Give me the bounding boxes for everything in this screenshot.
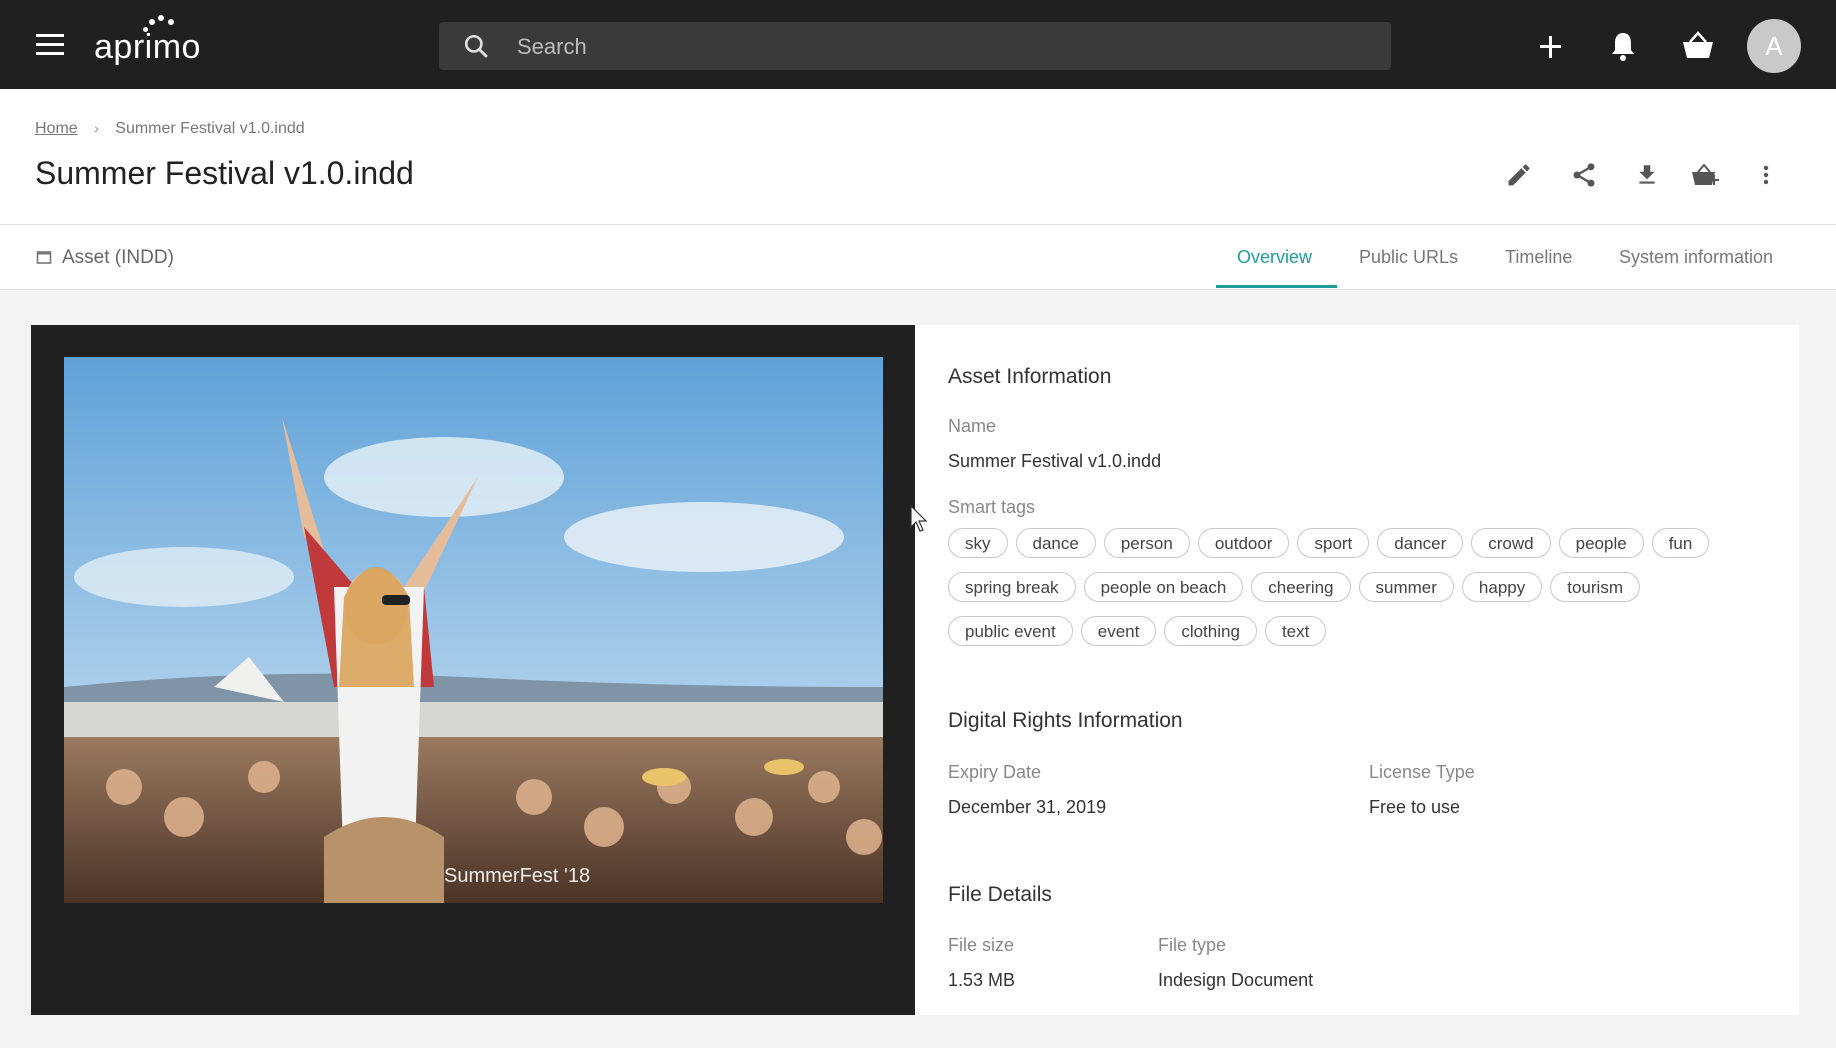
smart-tags-list: sky dance person outdoor sport dancer crowd peo… (948, 528, 1768, 660)
smart-tag[interactable]: summer (1358, 572, 1454, 602)
breadcrumb: Home › Summer Festival v1.0.indd (35, 120, 305, 138)
search-icon (464, 34, 488, 58)
smart-tag[interactable]: tourism (1550, 572, 1640, 602)
name-value: Summer Festival v1.0.indd (948, 451, 1162, 471)
smart-tag[interactable]: text (1264, 616, 1327, 646)
file-size-value: 1.53 MB (948, 970, 1016, 990)
search-input[interactable] (515, 22, 1379, 72)
breadcrumb-current: Summer Festival v1.0.indd (115, 120, 305, 137)
breadcrumb-home-link[interactable]: Home (35, 120, 78, 137)
smart-tag[interactable]: people (1558, 528, 1644, 558)
top-navigation-bar: aprimo A (0, 0, 1836, 89)
smart-tag[interactable]: public event (948, 616, 1073, 646)
chevron-right-icon: › (94, 120, 99, 136)
tab-system-information[interactable]: System information (1619, 225, 1773, 289)
tab-timeline[interactable]: Timeline (1505, 225, 1572, 289)
asset-preview-image[interactable]: SummerFest '18 (64, 357, 883, 903)
expiry-date-label: Expiry Date (948, 762, 1042, 782)
smart-tag[interactable]: people on beach (1083, 572, 1244, 602)
user-avatar[interactable]: A (1747, 19, 1801, 73)
file-type-value: Indesign Document (1158, 970, 1314, 990)
license-type-value: Free to use (1369, 797, 1461, 817)
asset-info-panel: Asset Information Name Summer Festival v… (915, 325, 1799, 1015)
hamburger-menu-icon[interactable] (36, 34, 66, 56)
share-icon[interactable] (1570, 161, 1598, 189)
search-bar[interactable] (439, 22, 1391, 72)
smart-tag[interactable]: fun (1651, 528, 1710, 558)
edit-pencil-icon[interactable] (1505, 161, 1533, 189)
add-icon[interactable] (1539, 28, 1563, 64)
smart-tags-label: Smart tags (948, 497, 1036, 517)
expiry-date-value: December 31, 2019 (948, 797, 1107, 817)
smart-tag[interactable]: happy (1461, 572, 1543, 602)
add-to-basket-icon[interactable] (1691, 161, 1721, 189)
license-type-label: License Type (1369, 762, 1475, 782)
tab-public-urls[interactable]: Public URLs (1359, 225, 1458, 289)
basket-icon[interactable] (1681, 28, 1715, 64)
smart-tag[interactable]: crowd (1471, 528, 1551, 558)
tab-bar: Asset (INDD) Overview Public URLs Timeli… (0, 225, 1836, 290)
asset-preview-panel: SummerFest '18 (31, 325, 915, 1015)
more-vertical-icon[interactable] (1756, 161, 1776, 189)
smart-tag[interactable]: outdoor (1197, 528, 1290, 558)
preview-caption: SummerFest '18 (444, 865, 591, 887)
asset-type-text: Asset (INDD) (62, 247, 174, 268)
file-size-label: File size (948, 935, 1015, 955)
asset-type-label: Asset (INDD) (36, 247, 174, 269)
smart-tag[interactable]: dancer (1377, 528, 1464, 558)
mouse-cursor-icon (910, 505, 928, 532)
smart-tag[interactable]: clothing (1164, 616, 1257, 646)
asset-square-icon (36, 251, 52, 264)
smart-tag[interactable]: sport (1297, 528, 1370, 558)
logo-text: aprimo (94, 28, 201, 66)
smart-tag[interactable]: sky (948, 528, 1008, 558)
notifications-bell-icon[interactable] (1609, 28, 1637, 64)
smart-tag[interactable]: person (1103, 528, 1190, 558)
tab-overview[interactable]: Overview (1237, 225, 1312, 289)
file-details-title: File Details (948, 883, 1052, 906)
aprimo-logo[interactable]: aprimo (92, 14, 212, 66)
smart-tag[interactable]: cheering (1251, 572, 1351, 602)
file-type-label: File type (1158, 935, 1227, 955)
asset-information-title: Asset Information (948, 365, 1112, 388)
active-tab-indicator (1216, 285, 1337, 288)
page-header: Home › Summer Festival v1.0.indd Summer … (0, 89, 1836, 225)
smart-tag[interactable]: event (1080, 616, 1157, 646)
name-label: Name (948, 416, 997, 436)
digital-rights-title: Digital Rights Information (948, 709, 1183, 732)
smart-tag[interactable]: dance (1015, 528, 1096, 558)
download-icon[interactable] (1634, 161, 1660, 189)
page-title: Summer Festival v1.0.indd (35, 155, 414, 191)
smart-tag[interactable]: spring break (948, 572, 1076, 602)
